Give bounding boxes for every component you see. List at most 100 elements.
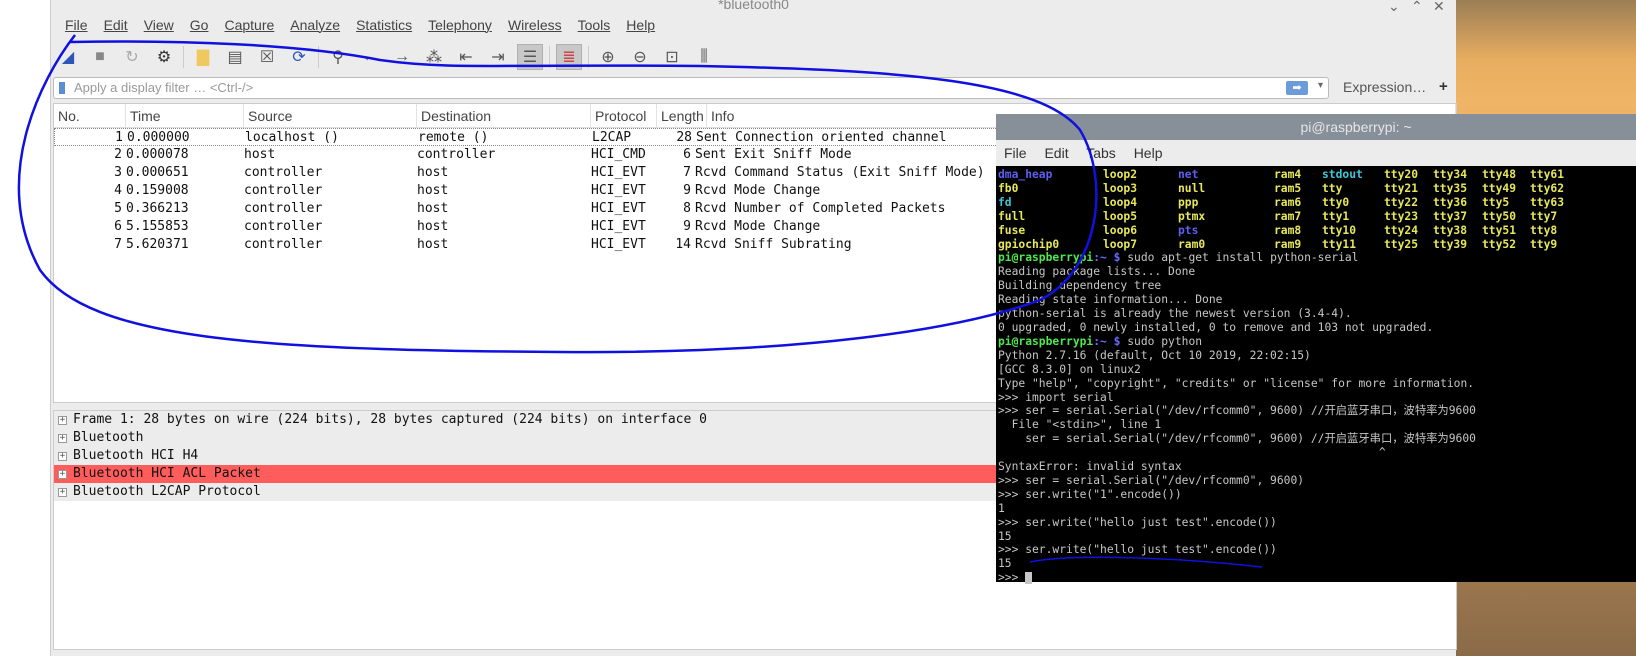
restart-capture-icon[interactable]: ↻ — [119, 44, 145, 70]
ls-entry: tty1 — [1322, 209, 1350, 223]
packet-protocol: L2CAP — [592, 130, 632, 145]
reload-file-icon[interactable]: ⟳ — [286, 44, 312, 70]
zoom-out-icon[interactable]: ⊖ — [627, 44, 653, 70]
last-packet-icon[interactable]: ⇥ — [485, 44, 511, 70]
ls-entry: tty20 — [1384, 168, 1419, 181]
first-packet-icon[interactable]: ⇤ — [453, 44, 479, 70]
ls-entry: pts — [1178, 223, 1199, 237]
start-capture-icon[interactable]: ◢ — [55, 44, 81, 70]
ls-entry: dma_heap — [998, 168, 1053, 181]
terminal-title: pi@raspberrypi: ~ — [996, 114, 1636, 140]
packet-time: 0.159008 — [126, 183, 189, 198]
menu-view[interactable]: View — [136, 17, 182, 33]
ls-entry: tty7 — [1530, 209, 1558, 223]
resize-columns-icon[interactable]: ⫼ — [691, 44, 717, 70]
col-source[interactable]: Source — [244, 104, 417, 127]
menu-analyze[interactable]: Analyze — [282, 17, 348, 33]
expand-icon[interactable]: + — [58, 433, 67, 443]
go-forward-icon[interactable]: → — [389, 44, 415, 70]
open-file-icon[interactable]: ▇ — [190, 44, 216, 70]
menu-capture[interactable]: Capture — [216, 17, 282, 33]
packet-length: 9 — [683, 183, 691, 198]
packet-time: 0.000078 — [126, 147, 189, 162]
display-filter-input[interactable]: Apply a display filter … <Ctrl-/> ➡ ▾ — [53, 77, 1329, 99]
col-destination[interactable]: Destination — [417, 104, 591, 127]
packet-protocol: HCI_EVT — [591, 219, 646, 234]
separator — [588, 46, 589, 68]
output-line: 1 — [998, 501, 1005, 515]
menu-edit[interactable]: Edit — [96, 17, 136, 33]
terminal-menu-tabs[interactable]: Tabs — [1086, 145, 1116, 161]
col-time[interactable]: Time — [126, 104, 244, 127]
detail-label: Bluetooth L2CAP Protocol — [73, 484, 261, 499]
shell-prompt-line: pi@raspberrypi:~ $ sudo apt-get install … — [998, 251, 1634, 265]
packet-length: 7 — [683, 165, 691, 180]
close-icon[interactable]: ✕ — [1433, 0, 1445, 15]
col-length[interactable]: Length — [657, 104, 707, 127]
ls-entry: loop3 — [1103, 181, 1138, 195]
ls-entry: tty61 — [1530, 168, 1565, 181]
add-filter-button[interactable]: + — [1439, 78, 1448, 95]
menu-tools[interactable]: Tools — [570, 17, 619, 33]
output-line: File "<stdin>", line 1 — [998, 418, 1162, 432]
terminal-output[interactable]: dma_heap loop2 net ram4 stdout tty20 tty34 tty4… — [996, 166, 1636, 587]
command: sudo apt-get install python-serial — [1120, 251, 1359, 265]
filter-placeholder: Apply a display filter … <Ctrl-/> — [74, 80, 254, 95]
output-line: >>> ser.write("hello just test".encode()… — [998, 515, 1277, 529]
prompt-user: pi@raspberrypi — [998, 334, 1094, 348]
apply-filter-icon[interactable]: ➡ — [1286, 81, 1308, 95]
menu-help[interactable]: Help — [618, 17, 663, 33]
menu-go[interactable]: Go — [182, 17, 217, 33]
col-no[interactable]: No. — [54, 104, 126, 127]
detail-label: Bluetooth HCI H4 — [73, 448, 199, 463]
expand-icon[interactable]: + — [58, 469, 67, 479]
output-line: Reading state information... Done — [998, 293, 1223, 307]
separator — [549, 46, 550, 68]
menu-wireless[interactable]: Wireless — [500, 17, 570, 33]
autoscroll-icon[interactable]: ☰ — [517, 44, 543, 70]
normal-size-icon[interactable]: ⊡ — [659, 44, 685, 70]
output-line: [GCC 8.3.0] on linux2 — [998, 362, 1141, 376]
ls-entry: loop7 — [1103, 237, 1138, 251]
maximize-icon[interactable]: ⌃ — [1411, 0, 1423, 15]
stop-capture-icon[interactable]: ■ — [87, 44, 113, 70]
ls-entry: tty52 — [1482, 237, 1517, 251]
expression-button[interactable]: Expression… — [1343, 79, 1426, 95]
ls-row: gpiochip0 loop7 ram0 ram9 tty11 tty25 tty39 tty… — [998, 238, 1634, 252]
menu-statistics[interactable]: Statistics — [348, 17, 420, 33]
ls-row: fb0 loop3 null ram5 tty tty21 tty35 tty49 tty62 — [998, 182, 1634, 196]
expand-icon[interactable]: + — [58, 415, 67, 425]
go-to-packet-icon[interactable]: ⁂ — [421, 44, 447, 70]
capture-options-icon[interactable]: ⚙ — [151, 44, 177, 70]
terminal-menu-help[interactable]: Help — [1134, 145, 1163, 161]
ls-row: fd loop4 ppp ram6 tty0 tty22 tty36 tty5 tty63 — [998, 196, 1634, 210]
save-file-icon[interactable]: ▤ — [222, 44, 248, 70]
menu-telephony[interactable]: Telephony — [420, 17, 500, 33]
prompt-user: pi@raspberrypi — [998, 251, 1094, 265]
ls-entry: stdout — [1322, 168, 1363, 181]
prompt-path: :~ $ — [1093, 251, 1121, 265]
ls-entry: gpiochip0 — [998, 237, 1060, 251]
colorize-icon[interactable]: ≣ — [556, 44, 582, 70]
chevron-down-icon[interactable]: ▾ — [1318, 80, 1323, 91]
find-packet-icon[interactable]: ⚲ — [325, 44, 351, 70]
packet-time: 0.000000 — [127, 130, 190, 145]
menu-file[interactable]: File — [57, 17, 96, 33]
terminal-menu-file[interactable]: File — [1004, 145, 1027, 161]
bookmark-icon[interactable] — [59, 82, 65, 94]
ls-entry: loop2 — [1103, 168, 1138, 181]
terminal-menu-edit[interactable]: Edit — [1044, 145, 1068, 161]
expand-icon[interactable]: + — [58, 451, 67, 461]
output-line: 15 — [998, 557, 1012, 571]
ls-row: full loop5 ptmx ram7 tty1 tty23 tty37 tty50 tty7 — [998, 210, 1634, 224]
minimize-icon[interactable]: ⌄ — [1388, 0, 1400, 15]
ls-entry: tty37 — [1433, 209, 1468, 223]
packet-no: 3 — [114, 165, 122, 180]
go-back-icon[interactable]: ← — [357, 44, 383, 70]
ls-entry: loop4 — [1103, 195, 1138, 209]
ls-entry: tty0 — [1322, 195, 1350, 209]
close-file-icon[interactable]: ☒ — [254, 44, 280, 70]
zoom-in-icon[interactable]: ⊕ — [595, 44, 621, 70]
expand-icon[interactable]: + — [58, 487, 67, 497]
col-protocol[interactable]: Protocol — [591, 104, 657, 127]
